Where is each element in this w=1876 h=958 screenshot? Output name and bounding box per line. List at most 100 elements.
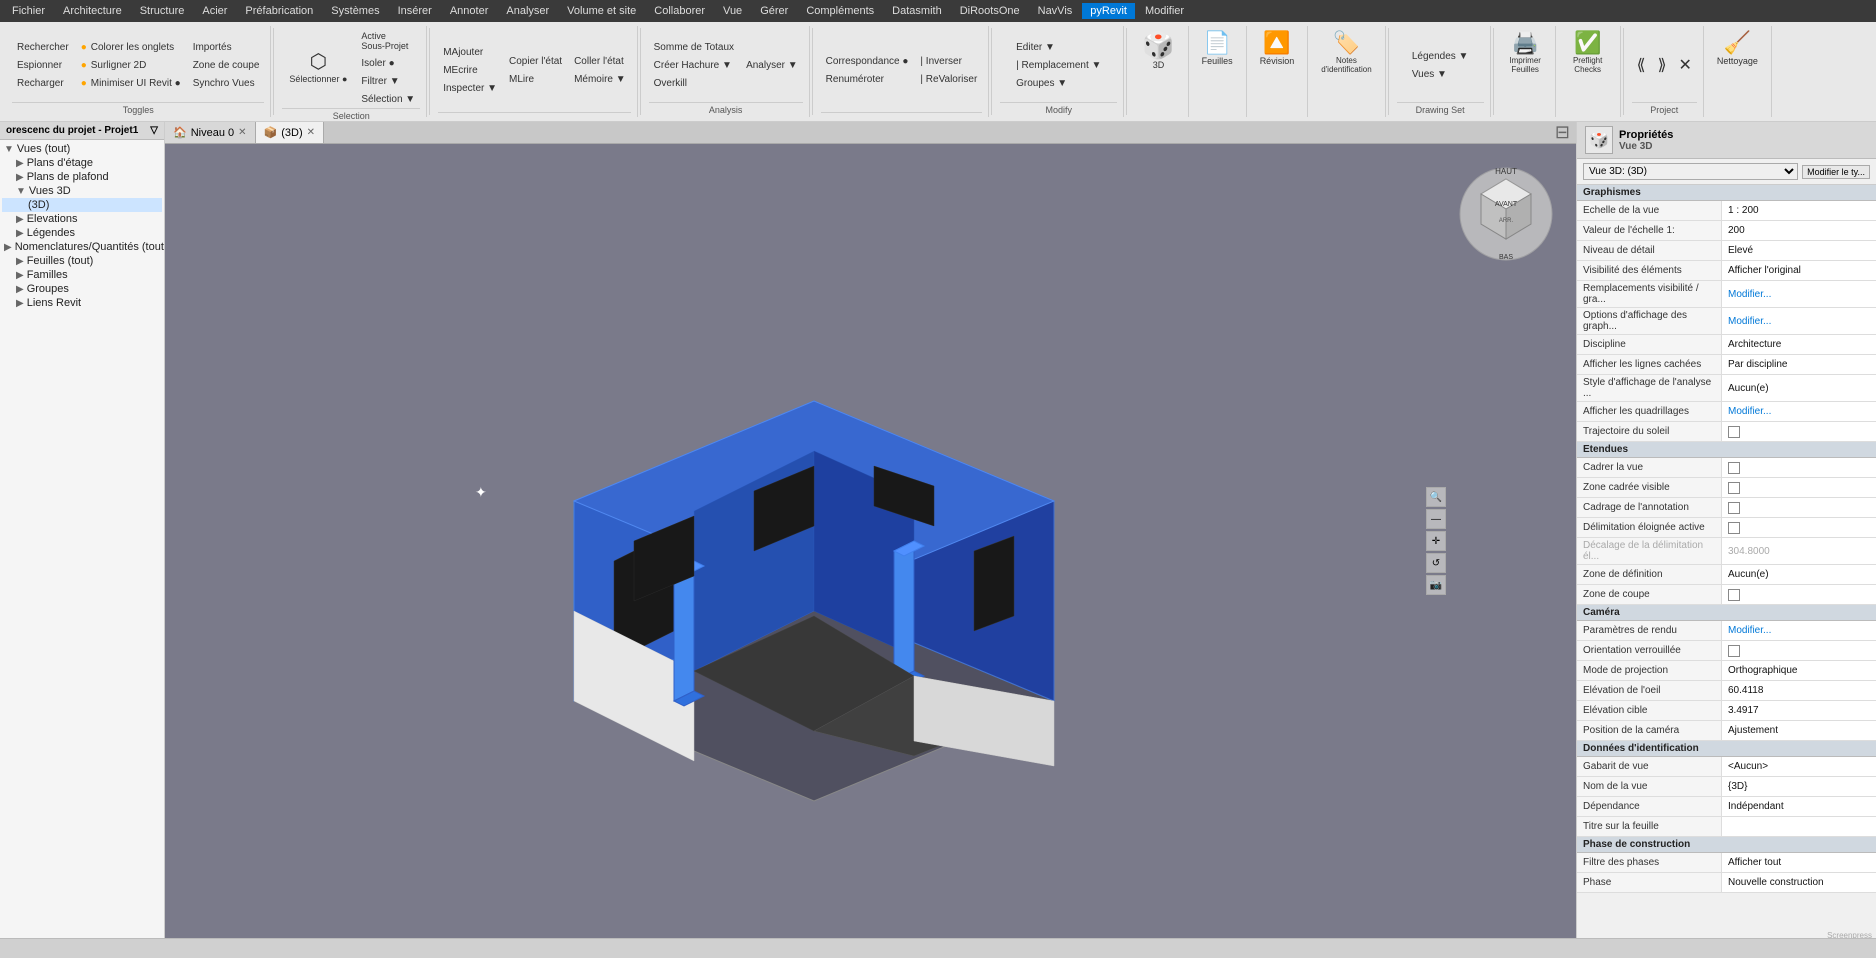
btn-feuilles[interactable]: 📄 Feuilles	[1195, 28, 1240, 70]
btn-rechercher[interactable]: Rechercher	[12, 39, 74, 56]
btn-3d[interactable]: 🎲 3D	[1135, 28, 1181, 74]
tree-feuilles[interactable]: ▶ Feuilles (tout)	[2, 254, 162, 268]
btn-copier-etat[interactable]: Copier l'état	[504, 53, 567, 70]
tab-niveau0[interactable]: 🏠 Niveau 0 ✕	[165, 122, 256, 143]
btn-coller-etat[interactable]: Coller l'état	[569, 53, 631, 70]
tab-3d-close[interactable]: ✕	[307, 127, 315, 138]
viewport[interactable]: HAUT BAS AVANT ARR. 🔍 — ✛ ↺ 📷 ✦	[165, 144, 1576, 938]
menu-acier[interactable]: Acier	[194, 3, 235, 19]
val-cadrer-vue[interactable]	[1722, 458, 1876, 477]
btn-filtrer[interactable]: Filtrer ▼	[356, 73, 420, 90]
tree-familles[interactable]: ▶ Familles	[2, 268, 162, 282]
btn-close-proj[interactable]: ✕	[1673, 52, 1696, 78]
btn-minimiser[interactable]: ● Minimiser UI Revit ●	[76, 75, 186, 92]
btn-editer[interactable]: Editer ▼	[1011, 39, 1106, 56]
btn-next[interactable]: ⟫	[1653, 52, 1672, 78]
btn-importes[interactable]: Importés	[188, 39, 265, 56]
tree-3d-view[interactable]: (3D)	[2, 198, 162, 212]
btn-overkill[interactable]: Overkill	[649, 75, 739, 92]
btn-surligner[interactable]: ● Surligner 2D	[76, 57, 186, 74]
menu-modifier[interactable]: Modifier	[1137, 3, 1192, 19]
val-zone-coupe[interactable]	[1722, 585, 1876, 604]
btn-isoler[interactable]: Isoler ●	[356, 55, 420, 72]
btn-preflight[interactable]: ✅ PreflightChecks	[1566, 28, 1609, 78]
val-quadrillages[interactable]: Modifier...	[1722, 402, 1876, 421]
val-discipline[interactable]: Architecture	[1722, 335, 1876, 354]
cb-orient[interactable]	[1728, 645, 1740, 657]
btn-inspecter[interactable]: Inspecter ▼	[438, 80, 502, 97]
btn-nettoyage[interactable]: 🧹 Nettoyage	[1710, 28, 1765, 70]
val-titre-feuille[interactable]	[1722, 817, 1876, 836]
val-cadrage-annot[interactable]	[1722, 498, 1876, 517]
val-options-affichage[interactable]: Modifier...	[1722, 308, 1876, 334]
menu-architecture[interactable]: Architecture	[55, 3, 130, 19]
cb-trajectoire[interactable]	[1728, 426, 1740, 438]
tree-elevations[interactable]: ▶ Elevations	[2, 212, 162, 226]
menu-navvis[interactable]: NavVis	[1030, 3, 1081, 19]
btn-creer-hachure[interactable]: Créer Hachure ▼	[649, 57, 739, 74]
btn-espionner[interactable]: Espionner	[12, 57, 74, 74]
tree-vues-3d[interactable]: ▼ Vues 3D	[2, 184, 162, 198]
menu-analyser[interactable]: Analyser	[498, 3, 557, 19]
btn-legendes[interactable]: Légendes ▼	[1407, 48, 1474, 65]
btn-selectionner[interactable]: ⬡ Sélectionner ●	[282, 48, 354, 88]
view-ctrl-zoom-in[interactable]: 🔍	[1426, 487, 1446, 507]
val-filtre-phases[interactable]: Afficher tout	[1722, 853, 1876, 872]
cb-zone-cadree[interactable]	[1728, 482, 1740, 494]
menu-volume[interactable]: Volume et site	[559, 3, 644, 19]
btn-renumeroter[interactable]: Renuméroter	[821, 71, 914, 88]
val-visibilite[interactable]: Afficher l'original	[1722, 261, 1876, 280]
menu-complements[interactable]: Compléments	[798, 3, 882, 19]
val-pos-camera[interactable]: Ajustement	[1722, 721, 1876, 740]
tab-3d[interactable]: 📦 (3D) ✕	[256, 122, 324, 143]
btn-majouter[interactable]: MAjouter	[438, 44, 502, 61]
menu-pyrevit[interactable]: pyRevit	[1082, 3, 1135, 19]
btn-groupes[interactable]: Groupes ▼	[1011, 75, 1106, 92]
btn-inverser[interactable]: | Inverser	[915, 53, 982, 70]
menu-datasmith[interactable]: Datasmith	[884, 3, 950, 19]
val-nom-vue[interactable]: {3D}	[1722, 777, 1876, 796]
val-elev-oeil[interactable]: 60.4118	[1722, 681, 1876, 700]
prop-view-name-select[interactable]: Vue 3D: (3D)	[1583, 163, 1798, 180]
btn-recharger[interactable]: Recharger	[12, 75, 74, 92]
val-elev-cible[interactable]: 3.4917	[1722, 701, 1876, 720]
prop-modify-btn[interactable]: Modifier le ty...	[1802, 165, 1870, 179]
view-ctrl-camera[interactable]: 📷	[1426, 575, 1446, 595]
val-zone-def[interactable]: Aucun(e)	[1722, 565, 1876, 584]
browser-collapse[interactable]: ▽	[150, 125, 158, 136]
menu-prefab[interactable]: Préfabrication	[237, 3, 321, 19]
view-ctrl-orbit[interactable]: ↺	[1426, 553, 1446, 573]
val-gabarit[interactable]: <Aucun>	[1722, 757, 1876, 776]
btn-memoire[interactable]: Mémoire ▼	[569, 71, 631, 88]
btn-prev[interactable]: ⟪	[1632, 52, 1651, 78]
tab-niveau0-close[interactable]: ✕	[238, 127, 246, 138]
btn-colorer[interactable]: ● Colorer les onglets	[76, 39, 186, 56]
btn-revaloriser[interactable]: | ReValoriser	[915, 71, 982, 88]
btn-revision[interactable]: 🔼 Révision	[1253, 28, 1302, 70]
tree-plans-plafond[interactable]: ▶ Plans de plafond	[2, 170, 162, 184]
btn-notes[interactable]: 🏷️ Notesd'identification	[1314, 28, 1378, 78]
tree-nomenclatures[interactable]: ▶ Nomenclatures/Quantités (tout)	[2, 240, 162, 254]
btn-synchro[interactable]: Synchro Vues	[188, 75, 265, 92]
menu-vue[interactable]: Vue	[715, 3, 750, 19]
nav-cube[interactable]: HAUT BAS AVANT ARR.	[1456, 164, 1556, 264]
val-style-analyse[interactable]: Aucun(e)	[1722, 375, 1876, 401]
btn-zone-coupe[interactable]: Zone de coupe	[188, 57, 265, 74]
tree-groupes[interactable]: ▶ Groupes	[2, 282, 162, 296]
val-trajectoire[interactable]	[1722, 422, 1876, 441]
cb-cadrage-annot[interactable]	[1728, 502, 1740, 514]
val-niveau-detail[interactable]: Elevé	[1722, 241, 1876, 260]
tree-legendes[interactable]: ▶ Légendes	[2, 226, 162, 240]
btn-mlire[interactable]: MLire	[504, 71, 567, 88]
btn-print[interactable]: 🖨️ ImprimerFeuilles	[1502, 28, 1548, 78]
menu-systemes[interactable]: Systèmes	[323, 3, 387, 19]
val-lignes-cachees[interactable]: Par discipline	[1722, 355, 1876, 374]
menu-diroots[interactable]: DiRootsOne	[952, 3, 1028, 19]
btn-vues[interactable]: Vues ▼	[1407, 66, 1474, 83]
btn-remplacement[interactable]: | Remplacement ▼	[1011, 57, 1106, 74]
panel-collapse-btn[interactable]: ⊟	[1549, 122, 1576, 145]
tree-liens[interactable]: ▶ Liens Revit	[2, 296, 162, 310]
val-phase[interactable]: Nouvelle construction	[1722, 873, 1876, 892]
val-dependance[interactable]: Indépendant	[1722, 797, 1876, 816]
cb-zone-coupe[interactable]	[1728, 589, 1740, 601]
